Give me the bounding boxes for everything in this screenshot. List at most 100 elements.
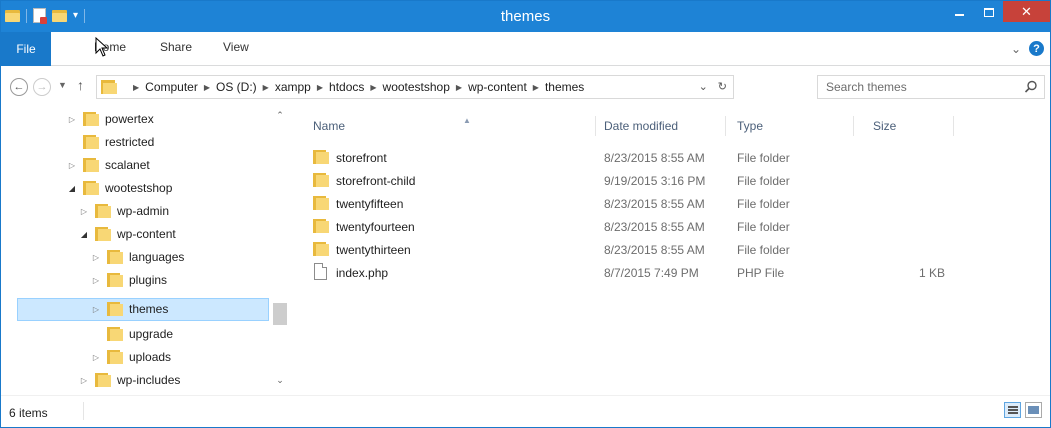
- tree-item-wp-admin[interactable]: ▷ wp-admin: [1, 200, 271, 223]
- breadcrumb-separator-icon[interactable]: ▶: [133, 83, 139, 92]
- expand-arrow-icon[interactable]: ▷: [91, 276, 101, 285]
- tab-share[interactable]: Share: [160, 40, 192, 54]
- breadcrumb-xampp[interactable]: xampp: [275, 80, 311, 94]
- refresh-icon[interactable]: ↻: [718, 80, 727, 93]
- expand-ribbon-icon[interactable]: ⌄: [1011, 42, 1021, 56]
- tree-item-powertex[interactable]: ▷ powertex: [1, 108, 271, 131]
- tree-item-label: wp-admin: [117, 204, 170, 218]
- scrollbar-thumb[interactable]: [273, 303, 287, 325]
- file-name: twentyfourteen: [336, 220, 415, 234]
- tree-item-uploads[interactable]: ▷ uploads: [1, 346, 271, 369]
- file-row[interactable]: index.php 8/7/2015 7:49 PM PHP File 1 KB: [307, 261, 1007, 284]
- back-arrow-icon: ←: [13, 81, 25, 93]
- folder-icon: [95, 373, 111, 387]
- folder-icon: [95, 204, 111, 218]
- breadcrumb-wp-content[interactable]: wp-content: [468, 80, 527, 94]
- folder-icon: [83, 135, 99, 149]
- address-bar[interactable]: ▶ Computer ▶ OS (D:) ▶ xampp ▶ htdocs ▶ …: [96, 75, 734, 99]
- tree-item-plugins[interactable]: ▷ plugins: [1, 269, 271, 292]
- search-input[interactable]: [818, 76, 1008, 98]
- large-icons-view-button[interactable]: [1025, 402, 1042, 418]
- tree-item-scalanet[interactable]: ▷ scalanet: [1, 154, 271, 177]
- tree-item-wootestshop[interactable]: ◢ wootestshop: [1, 177, 271, 200]
- breadcrumb-drive[interactable]: OS (D:): [216, 80, 257, 94]
- tree-item-wp-includes[interactable]: ▷ wp-includes: [1, 369, 271, 392]
- tab-view[interactable]: View: [223, 40, 249, 54]
- ribbon-controls: ⌄ ?: [1011, 41, 1044, 56]
- column-divider[interactable]: [595, 116, 596, 136]
- tree-item-themes[interactable]: ▷ themes: [17, 298, 269, 321]
- scroll-up-icon[interactable]: ⌃: [271, 110, 289, 126]
- file-row[interactable]: storefront-child 9/19/2015 3:16 PM File …: [307, 169, 1007, 192]
- breadcrumb-separator-icon[interactable]: ▶: [533, 83, 539, 92]
- forward-button[interactable]: →: [33, 78, 51, 96]
- file-row[interactable]: twentythirteen 8/23/2015 8:55 AM File fo…: [307, 238, 1007, 261]
- breadcrumb-separator-icon[interactable]: ▶: [456, 83, 462, 92]
- breadcrumb-themes[interactable]: themes: [545, 80, 584, 94]
- address-history-icon[interactable]: ⌄: [699, 80, 708, 93]
- file-type: File folder: [737, 174, 790, 188]
- column-header-date-modified[interactable]: Date modified: [604, 116, 732, 138]
- title-bar[interactable]: ▾ themes ✕: [1, 1, 1050, 32]
- file-type: File folder: [737, 243, 790, 257]
- status-bar: 6 items: [1, 395, 1050, 427]
- recent-locations-icon[interactable]: ▼: [58, 80, 67, 90]
- folder-icon: [95, 227, 111, 241]
- up-arrow-icon[interactable]: ↑: [77, 77, 84, 93]
- expand-arrow-icon[interactable]: ▷: [91, 253, 101, 262]
- breadcrumb-wootestshop[interactable]: wootestshop: [383, 80, 450, 94]
- breadcrumb-separator-icon[interactable]: ▶: [263, 83, 269, 92]
- tree-item-restricted[interactable]: restricted: [1, 131, 271, 154]
- expand-arrow-icon[interactable]: ▷: [79, 376, 89, 385]
- file-row[interactable]: twentyfourteen 8/23/2015 8:55 AM File fo…: [307, 215, 1007, 238]
- tree-item-upgrade[interactable]: upgrade: [1, 323, 271, 346]
- column-divider[interactable]: [953, 116, 954, 136]
- file-date: 8/7/2015 7:49 PM: [604, 266, 699, 280]
- tree-item-label: themes: [129, 302, 169, 316]
- column-header-type[interactable]: Type: [737, 116, 847, 138]
- file-name: twentythirteen: [336, 243, 411, 257]
- file-type: File folder: [737, 220, 790, 234]
- minimize-button[interactable]: [945, 1, 974, 23]
- tree-item-wp-content[interactable]: ◢ wp-content: [1, 223, 271, 246]
- column-divider[interactable]: [725, 116, 726, 136]
- folder-icon: [313, 242, 329, 256]
- maximize-button[interactable]: [974, 1, 1003, 23]
- file-name: index.php: [336, 266, 389, 280]
- file-row[interactable]: twentyfifteen 8/23/2015 8:55 AM File fol…: [307, 192, 1007, 215]
- expand-arrow-icon[interactable]: ▷: [67, 161, 77, 170]
- breadcrumb-computer[interactable]: Computer: [145, 80, 198, 94]
- close-button[interactable]: ✕: [1003, 1, 1050, 22]
- back-button[interactable]: ←: [10, 78, 28, 96]
- breadcrumb-separator-icon[interactable]: ▶: [317, 83, 323, 92]
- breadcrumb-separator-icon[interactable]: ▶: [370, 83, 376, 92]
- breadcrumb-separator-icon[interactable]: ▶: [204, 83, 210, 92]
- navigation-pane: ▷ powertex restricted ▷ scalanet ◢ woote…: [1, 108, 289, 395]
- expand-arrow-icon[interactable]: ▷: [91, 353, 101, 362]
- tree-scrollbar[interactable]: ⌃ ⌄: [271, 108, 289, 395]
- column-header-name[interactable]: ▲ Name: [313, 116, 603, 138]
- folder-icon: [107, 327, 123, 341]
- tree-item-label: wootestshop: [105, 181, 173, 195]
- file-size: 1 KB: [919, 266, 946, 280]
- collapse-arrow-icon[interactable]: ◢: [67, 184, 77, 193]
- tree-item-languages[interactable]: ▷ languages: [1, 246, 271, 269]
- breadcrumb-htdocs[interactable]: htdocs: [329, 80, 364, 94]
- expand-arrow-icon[interactable]: ▷: [91, 305, 101, 314]
- help-icon[interactable]: ?: [1029, 41, 1044, 56]
- folder-icon: [313, 173, 329, 187]
- file-name: storefront: [336, 151, 387, 165]
- file-date: 8/23/2015 8:55 AM: [604, 220, 705, 234]
- details-view-button[interactable]: [1004, 402, 1021, 418]
- expand-arrow-icon[interactable]: ▷: [67, 115, 77, 124]
- breadcrumb: ▶ Computer ▶ OS (D:) ▶ xampp ▶ htdocs ▶ …: [127, 80, 584, 94]
- column-header-size[interactable]: Size: [873, 116, 953, 138]
- search-icon[interactable]: [1024, 80, 1038, 94]
- tab-file[interactable]: File: [1, 32, 51, 66]
- file-row[interactable]: storefront 8/23/2015 8:55 AM File folder: [307, 146, 1007, 169]
- expand-arrow-icon[interactable]: ▷: [79, 207, 89, 216]
- collapse-arrow-icon[interactable]: ◢: [79, 230, 89, 239]
- scroll-down-icon[interactable]: ⌄: [271, 375, 289, 391]
- search-box[interactable]: [817, 75, 1045, 99]
- column-divider[interactable]: [853, 116, 854, 136]
